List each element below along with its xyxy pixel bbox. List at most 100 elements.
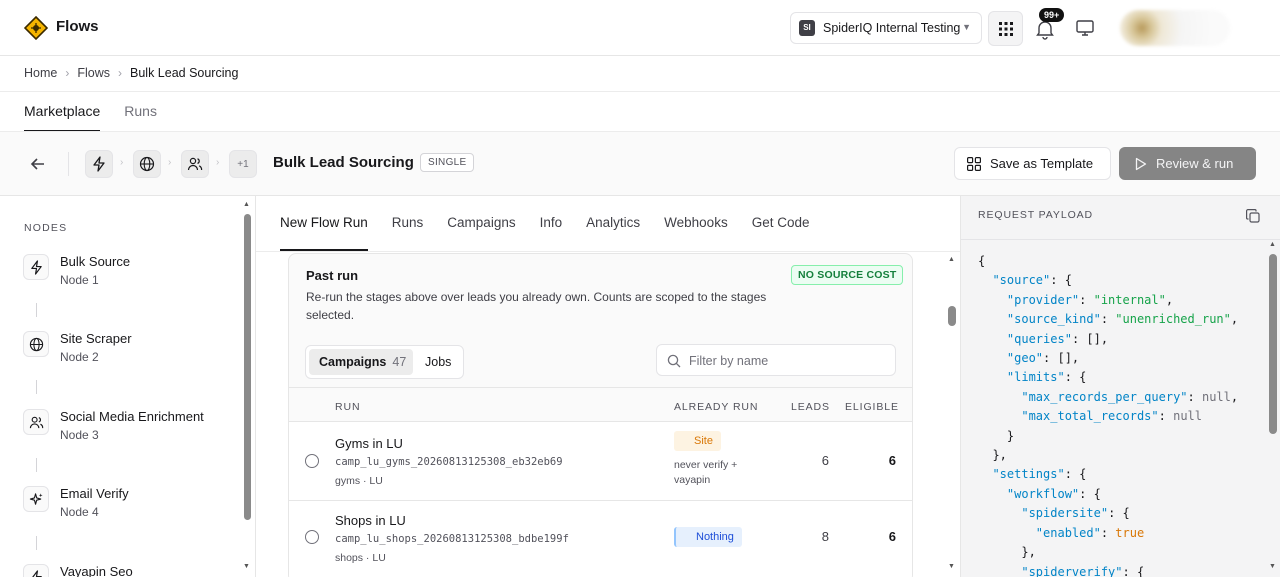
review-and-run-button[interactable]: Review & run bbox=[1119, 147, 1256, 180]
node-connector bbox=[36, 458, 37, 472]
monitor-icon[interactable] bbox=[1075, 19, 1095, 37]
campaigns-count: 47 bbox=[392, 355, 407, 369]
node-name: Site Scraper bbox=[60, 331, 132, 346]
tab-new-flow-run[interactable]: New Flow Run bbox=[280, 196, 368, 251]
node-name: Social Media Enrichment bbox=[60, 409, 204, 424]
breadcrumb-home[interactable]: Home bbox=[24, 66, 57, 80]
payload-code-line: } bbox=[978, 428, 1015, 443]
table-row[interactable]: Shops in LU camp_lu_shops_20260813125308… bbox=[289, 501, 912, 577]
sidebar-node-vayapin-seo[interactable]: Vayapin Seo bbox=[23, 564, 243, 577]
tab-runs[interactable]: Runs bbox=[124, 92, 157, 132]
node-connector bbox=[36, 380, 37, 394]
filter-by-name-field bbox=[656, 344, 896, 376]
bolt-icon bbox=[23, 564, 49, 577]
chevron-right-icon: › bbox=[65, 66, 70, 80]
eligible-count: 6 bbox=[888, 529, 896, 544]
already-run-badge: Nothing bbox=[674, 527, 742, 547]
scroll-up-arrow-icon[interactable]: ▲ bbox=[948, 256, 955, 263]
chevron-right-icon: › bbox=[118, 66, 122, 80]
node-chip-bulk-source[interactable] bbox=[85, 150, 113, 178]
chevron-right-icon: › bbox=[120, 157, 124, 168]
workspace-name: SpiderIQ Internal Testing bbox=[823, 21, 961, 35]
sidebar-scrollbar-thumb[interactable] bbox=[244, 214, 251, 520]
chevron-down-icon: ▼ bbox=[962, 22, 971, 32]
node-chip-social-media[interactable] bbox=[181, 150, 209, 178]
save-as-template-button[interactable]: Save as Template bbox=[954, 147, 1111, 180]
divider bbox=[256, 251, 960, 252]
already-run-note: never verify + vayapin bbox=[674, 458, 737, 488]
tab-runs[interactable]: Runs bbox=[392, 196, 424, 251]
node-number: Node 1 bbox=[60, 273, 99, 287]
sidebar-node-social-media-enrichment[interactable]: Social Media Enrichment Node 3 bbox=[23, 409, 243, 449]
eligible-count: 6 bbox=[888, 453, 896, 468]
copy-icon[interactable] bbox=[1246, 209, 1260, 223]
tab-analytics[interactable]: Analytics bbox=[586, 196, 640, 251]
content-scrollbar-thumb[interactable] bbox=[948, 306, 956, 326]
payload-code[interactable]: { "source": { "provider": "internal", "s… bbox=[978, 252, 1238, 577]
payload-code-line: "source": { bbox=[992, 273, 1072, 288]
column-header-already-run: ALREADY RUN bbox=[674, 401, 759, 413]
workspace-selector[interactable]: SI SpiderIQ Internal Testing ▼ bbox=[790, 12, 982, 44]
payload-code-line: "spidersite": { bbox=[1021, 506, 1130, 521]
campaigns-segment[interactable]: Campaigns 47 bbox=[309, 349, 413, 375]
workspace-avatar-icon: SI bbox=[799, 20, 815, 36]
tab-webhooks[interactable]: Webhooks bbox=[664, 196, 728, 251]
arrow-left-icon[interactable] bbox=[28, 154, 48, 174]
row-radio[interactable] bbox=[305, 454, 319, 468]
no-source-cost-badge: NO SOURCE COST bbox=[791, 265, 904, 285]
tab-get-code[interactable]: Get Code bbox=[752, 196, 810, 251]
table-row[interactable]: Gyms in LU camp_lu_gyms_20260813125308_e… bbox=[289, 422, 912, 500]
node-connector bbox=[36, 303, 37, 317]
column-header-eligible: ELIGIBLE bbox=[845, 401, 899, 413]
node-name: Vayapin Seo bbox=[60, 564, 133, 577]
note-line: never verify + bbox=[674, 459, 738, 471]
node-number: Node 3 bbox=[60, 428, 99, 442]
flows-logo-icon[interactable] bbox=[24, 16, 48, 40]
row-radio[interactable] bbox=[305, 530, 319, 544]
node-connector bbox=[36, 536, 37, 550]
scroll-up-arrow-icon[interactable]: ▲ bbox=[1269, 241, 1276, 248]
payload-code-line: "max_records_per_query": null, bbox=[1021, 389, 1239, 404]
already-run-badge: Site bbox=[674, 431, 721, 451]
more-nodes-chip[interactable]: +1 bbox=[229, 150, 257, 178]
payload-scrollbar-thumb[interactable] bbox=[1269, 254, 1277, 434]
sidebar-node-email-verify[interactable]: Email Verify Node 4 bbox=[23, 486, 243, 526]
breadcrumb-flows[interactable]: Flows bbox=[77, 66, 110, 80]
payload-code-line: { bbox=[978, 254, 986, 268]
play-icon bbox=[1135, 157, 1147, 170]
payload-code-line: "spiderverify": { bbox=[1021, 564, 1145, 577]
scroll-down-arrow-icon[interactable]: ▼ bbox=[1269, 563, 1276, 570]
sidebar-node-bulk-source[interactable]: Bulk Source Node 1 bbox=[23, 254, 243, 294]
apps-grid-button[interactable] bbox=[988, 11, 1023, 46]
divider bbox=[68, 152, 69, 176]
campaigns-label: Campaigns bbox=[319, 355, 387, 369]
column-header-run: RUN bbox=[335, 401, 361, 413]
users-icon bbox=[187, 157, 203, 171]
tab-info[interactable]: Info bbox=[540, 196, 563, 251]
breadcrumb-current: Bulk Lead Sourcing bbox=[130, 66, 239, 80]
top-bar: Flows SI SpiderIQ Internal Testing ▼ 99+ bbox=[0, 0, 1280, 56]
user-avatar[interactable] bbox=[1120, 10, 1230, 46]
scroll-down-arrow-icon[interactable]: ▼ bbox=[243, 563, 250, 570]
run-id: camp_lu_shops_20260813125308_bdbe199f bbox=[335, 533, 569, 545]
tab-campaigns[interactable]: Campaigns bbox=[447, 196, 515, 251]
past-run-description: Re-run the stages above over leads you a… bbox=[306, 290, 767, 322]
jobs-segment[interactable]: Jobs bbox=[425, 349, 451, 375]
scroll-down-arrow-icon[interactable]: ▼ bbox=[948, 563, 955, 570]
filter-input[interactable] bbox=[689, 351, 889, 371]
flow-title: Bulk Lead Sourcing bbox=[273, 154, 414, 171]
payload-code-line: "max_total_records": null bbox=[1021, 409, 1202, 424]
payload-code-line: "source_kind": "unenriched_run", bbox=[1006, 312, 1239, 327]
nodes-heading: NODES bbox=[24, 222, 68, 234]
sidebar-node-site-scraper[interactable]: Site Scraper Node 2 bbox=[23, 331, 243, 371]
search-icon bbox=[667, 354, 681, 368]
node-chip-site-scraper[interactable] bbox=[133, 150, 161, 178]
tab-marketplace[interactable]: Marketplace bbox=[24, 92, 101, 132]
divider bbox=[289, 387, 912, 388]
scroll-up-arrow-icon[interactable]: ▲ bbox=[243, 201, 250, 208]
past-run-title: Past run bbox=[306, 268, 359, 283]
run-name: Gyms in LU bbox=[335, 436, 403, 451]
node-name: Bulk Source bbox=[60, 254, 131, 269]
node-number: Node 2 bbox=[60, 350, 99, 364]
app-title[interactable]: Flows bbox=[56, 18, 99, 35]
